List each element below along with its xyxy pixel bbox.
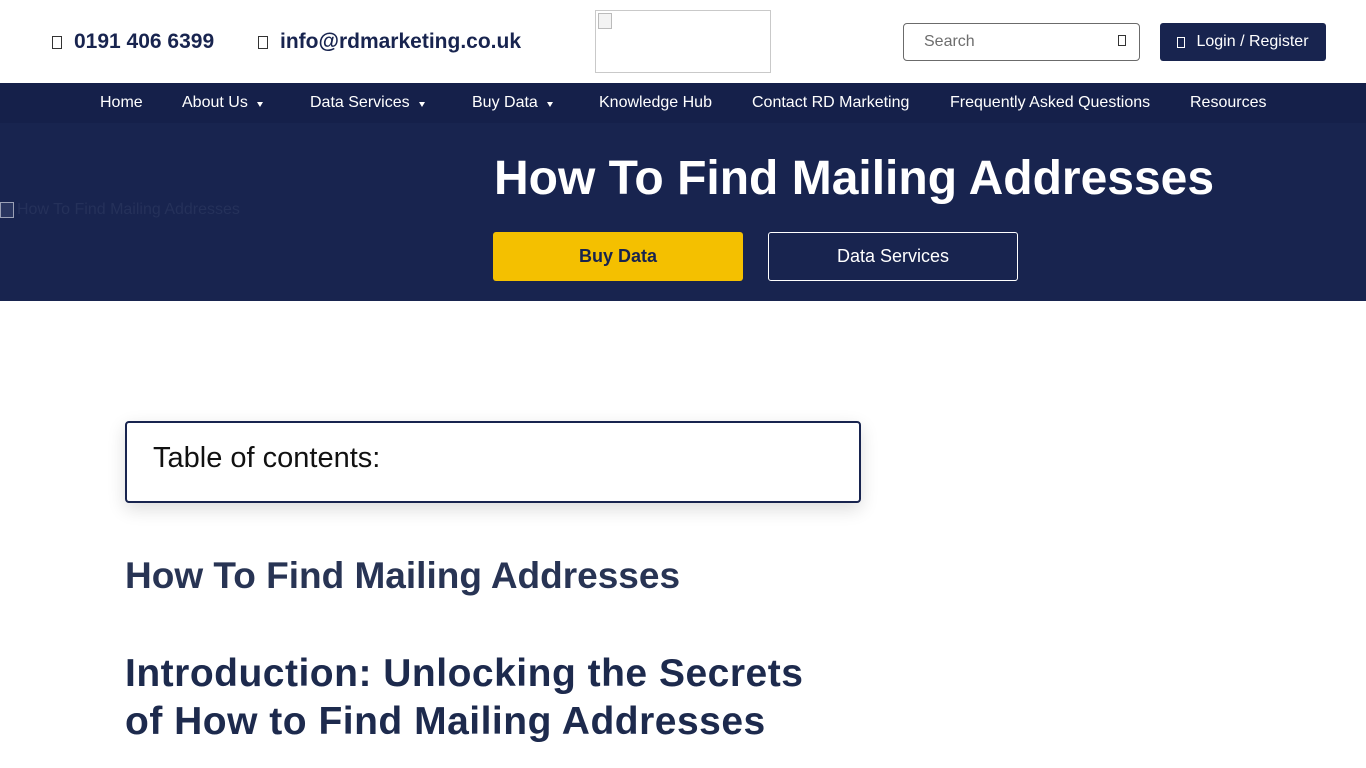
hero-image: How To Find Mailing Addresses	[0, 201, 240, 219]
toc-label: Table of contents:	[153, 442, 381, 474]
data-services-button[interactable]: Data Services	[768, 232, 1018, 281]
page-title: How To Find Mailing Addresses	[494, 152, 1215, 205]
search-input[interactable]	[904, 24, 1104, 60]
nav-item-label: Contact RD Marketing	[752, 94, 910, 111]
nav-item-label: Home	[100, 94, 143, 111]
nav-item-data-services[interactable]: Data Services	[310, 83, 425, 123]
email-link[interactable]: info@rdmarketing.co.uk	[258, 30, 521, 54]
phone-number[interactable]: 0191 406 6399	[74, 30, 214, 54]
nav-item-resources[interactable]: Resources	[1190, 83, 1266, 123]
nav-item-label: Buy Data	[472, 94, 538, 111]
caret-down-icon	[256, 101, 263, 107]
broken-image-icon	[0, 202, 14, 218]
nav-item-label: Knowledge Hub	[599, 94, 712, 111]
top-bar: 0191 406 6399 info@rdmarketing.co.uk Log…	[0, 0, 1366, 83]
nav-item-label: Resources	[1190, 94, 1267, 111]
nav-item-faq[interactable]: Frequently Asked Questions	[950, 83, 1150, 123]
phone-link[interactable]: 0191 406 6399	[52, 30, 214, 54]
phone-icon	[52, 35, 62, 49]
broken-image-icon	[598, 13, 612, 29]
intro-heading: Introduction: Unlocking the Secrets of H…	[125, 652, 804, 743]
main-nav: Home About Us Data Services Buy Data Kno…	[0, 83, 1366, 123]
nav-item-buy-data[interactable]: Buy Data	[472, 83, 553, 123]
table-of-contents[interactable]: Table of contents:	[125, 421, 861, 503]
buy-data-button[interactable]: Buy Data	[493, 232, 743, 281]
search-box[interactable]	[903, 23, 1140, 61]
caret-down-icon	[418, 101, 425, 107]
nav-item-home[interactable]: Home	[100, 83, 143, 123]
login-register-label: Login / Register	[1196, 33, 1309, 50]
caret-down-icon	[546, 101, 553, 107]
article-subtitle: How To Find Mailing Addresses	[125, 555, 681, 596]
nav-item-contact[interactable]: Contact RD Marketing	[752, 83, 909, 123]
nav-item-label: Frequently Asked Questions	[950, 94, 1151, 111]
nav-item-knowledge-hub[interactable]: Knowledge Hub	[599, 83, 712, 123]
hero-image-alt-text: How To Find Mailing Addresses	[17, 201, 240, 218]
nav-item-about-us[interactable]: About Us	[182, 83, 263, 123]
email-icon	[258, 35, 268, 49]
login-register-button[interactable]: Login / Register	[1160, 23, 1326, 61]
search-icon[interactable]	[1118, 35, 1126, 46]
email-address[interactable]: info@rdmarketing.co.uk	[280, 30, 521, 54]
user-icon	[1177, 36, 1186, 48]
nav-item-label: Data Services	[310, 94, 410, 111]
nav-item-label: About Us	[182, 94, 248, 111]
site-logo[interactable]	[595, 10, 771, 73]
hero-banner: How To Find Mailing Addresses How To Fin…	[0, 123, 1366, 301]
